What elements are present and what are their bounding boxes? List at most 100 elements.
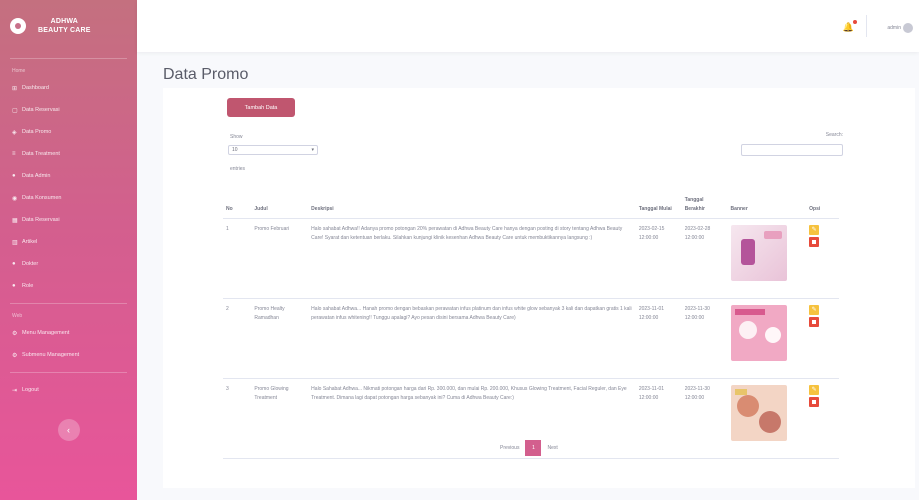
sidebar-item[interactable]: ● Dokter (0, 253, 137, 275)
column-header-no[interactable]: No (223, 184, 252, 219)
list-icon: ≡ (12, 151, 16, 157)
show-label: Show (230, 134, 243, 140)
cell-tanggal-mulai: 2023-11-01 12:00:00 (635, 378, 682, 459)
cell-no: 2 (223, 298, 252, 379)
promo-card: Tambah Data Show 10 ▾ entries Search: No… (163, 88, 915, 488)
folder-icon: ▢ (12, 107, 18, 114)
sidebar-item[interactable]: ▢ Data Reservasi (0, 99, 137, 121)
sidebar-item[interactable]: ⊞ Dashboard (0, 77, 137, 99)
cell-tanggal-berakhir: 2023-11-30 12:00:00 (681, 298, 728, 379)
column-header-tanggal-mulai[interactable]: Tanggal Mulai (635, 184, 682, 219)
notification-badge (853, 20, 857, 24)
brand-line-2: BEAUTY CARE (38, 27, 91, 34)
table-row: 2 Promo Healty Ramadhan Halo sahabat Adhwa… (223, 298, 839, 379)
cell-deskripsi: Halo Sahabat Adhwa... Nikmati potongan h… (308, 378, 636, 459)
column-header-judul[interactable]: Judul (251, 184, 309, 219)
cell-deskripsi: Halo sahabat Adhwa... Hanah promo dengan… (308, 298, 636, 379)
sidebar-item[interactable]: ● Data Admin (0, 165, 137, 187)
chevron-left-icon: ‹ (67, 425, 70, 435)
cell-banner (727, 298, 807, 379)
search-input[interactable] (741, 144, 843, 156)
sidebar-item[interactable]: ● Role (0, 275, 137, 297)
edit-button[interactable]: ✎ (809, 224, 820, 235)
column-header-tanggal-berakhir[interactable]: Tanggal Berakhir (681, 184, 728, 219)
cell-opsi: ✎ (806, 218, 839, 299)
add-promo-button[interactable]: Tambah Data (227, 98, 295, 117)
users-icon: ◉ (12, 195, 18, 202)
user-name[interactable]: admin (887, 25, 901, 31)
edit-icon: ✎ (811, 386, 817, 393)
cell-deskripsi: Halo sahabat Adhwa!! Adanya promo potong… (308, 218, 636, 299)
brand[interactable]: ADHWA BEAUTY CARE (0, 0, 137, 52)
sidebar-item-label: Data Konsumen (22, 195, 62, 201)
sidebar-item[interactable]: ⚙ Menu Management (0, 322, 137, 344)
promo-banner-image (730, 384, 787, 441)
entries-length-select[interactable]: 10 ▾ (228, 145, 318, 155)
cell-tanggal-mulai: 2023-02-15 12:00:00 (635, 218, 682, 299)
sidebar-item[interactable]: ≡ Data Treatment (0, 143, 137, 165)
entries-label: entries (230, 166, 246, 172)
sidebar-item-label: Data Admin (22, 173, 51, 179)
sidebar-divider (10, 58, 127, 59)
topbar-divider (866, 15, 867, 37)
cell-judul: Promo Healty Ramadhan (251, 298, 309, 379)
promo-banner-image (730, 304, 787, 361)
delete-button[interactable] (809, 236, 820, 247)
logout-icon: ⇥ (12, 387, 18, 394)
column-header-deskripsi[interactable]: Deskripsi (308, 184, 636, 219)
cell-banner (727, 378, 807, 459)
edit-icon: ✎ (811, 226, 817, 233)
search-label: Search: (825, 132, 843, 138)
sidebar-item-label: Dashboard (22, 85, 49, 91)
edit-button[interactable]: ✎ (809, 384, 820, 395)
sidebar-divider (10, 303, 127, 304)
sidebar-item-label: Artikel (22, 239, 38, 245)
notification-bell-icon[interactable]: 🔔 (843, 20, 857, 33)
user-icon: ● (12, 173, 16, 179)
pagination-previous[interactable]: Previous (494, 440, 525, 456)
pagination: Previous 1 Next (494, 440, 564, 456)
cell-judul: Promo Februari (251, 218, 309, 299)
cell-judul: Promo Glowing Treatment (251, 378, 309, 459)
promo-table: No Judul Deskripsi Tanggal Mulai Tanggal… (223, 184, 839, 459)
delete-button[interactable] (809, 396, 820, 407)
sidebar-item[interactable]: ◈ Data Promo (0, 121, 137, 143)
sidebar-item-label: Data Treatment (22, 151, 60, 157)
cell-tanggal-berakhir: 2023-11-30 12:00:00 (681, 378, 728, 459)
sidebar-item[interactable]: ▥ Artikel (0, 231, 137, 253)
chevron-down-icon: ▾ (311, 147, 314, 153)
cell-banner (727, 218, 807, 299)
column-header-banner[interactable]: Banner (727, 184, 807, 219)
sidebar-item-label: Data Reservasi (22, 107, 60, 113)
sidebar-heading: Web (12, 313, 23, 319)
tag-icon: ◈ (12, 129, 17, 136)
column-header-opsi[interactable]: Opsi (806, 184, 839, 219)
sidebar-item-label: Menu Management (22, 330, 70, 336)
sidebar-item-label: Dokter (22, 261, 39, 267)
sidebar-toggle-button[interactable]: ‹ (57, 419, 80, 441)
pagination-next[interactable]: Next (541, 440, 563, 456)
sidebar-item-label: Role (22, 283, 34, 289)
brand-logo-icon (10, 18, 26, 34)
sidebar-item-label: Logout (22, 387, 39, 393)
pagination-page-1[interactable]: 1 (525, 440, 542, 456)
brand-name: ADHWA BEAUTY CARE (38, 17, 91, 35)
edit-button[interactable]: ✎ (809, 304, 820, 315)
chart-icon: ▥ (12, 239, 18, 246)
sidebar-item-logout[interactable]: ⇥ Logout (0, 379, 137, 401)
table-header-row: No Judul Deskripsi Tanggal Mulai Tanggal… (223, 184, 839, 219)
sidebar-item[interactable]: ⚙ Submenu Management (0, 344, 137, 366)
table-row: 1 Promo Februari Halo sahabat Adhwa!! Adan… (223, 218, 839, 299)
calendar-icon: ▦ (12, 217, 18, 224)
edit-icon: ✎ (811, 306, 817, 313)
sidebar-item[interactable]: ◉ Data Konsumen (0, 187, 137, 209)
cell-tanggal-berakhir: 2023-02-28 12:00:00 (681, 218, 728, 299)
sidebar-heading: Home (12, 68, 26, 74)
page-title: Data Promo (163, 66, 249, 83)
sidebar-item[interactable]: ▦ Data Reservasi (0, 209, 137, 231)
delete-button[interactable] (809, 316, 820, 327)
cell-no: 1 (223, 218, 252, 299)
cell-opsi: ✎ (806, 298, 839, 379)
entries-length-value: 10 (232, 147, 238, 153)
avatar[interactable] (903, 23, 913, 33)
